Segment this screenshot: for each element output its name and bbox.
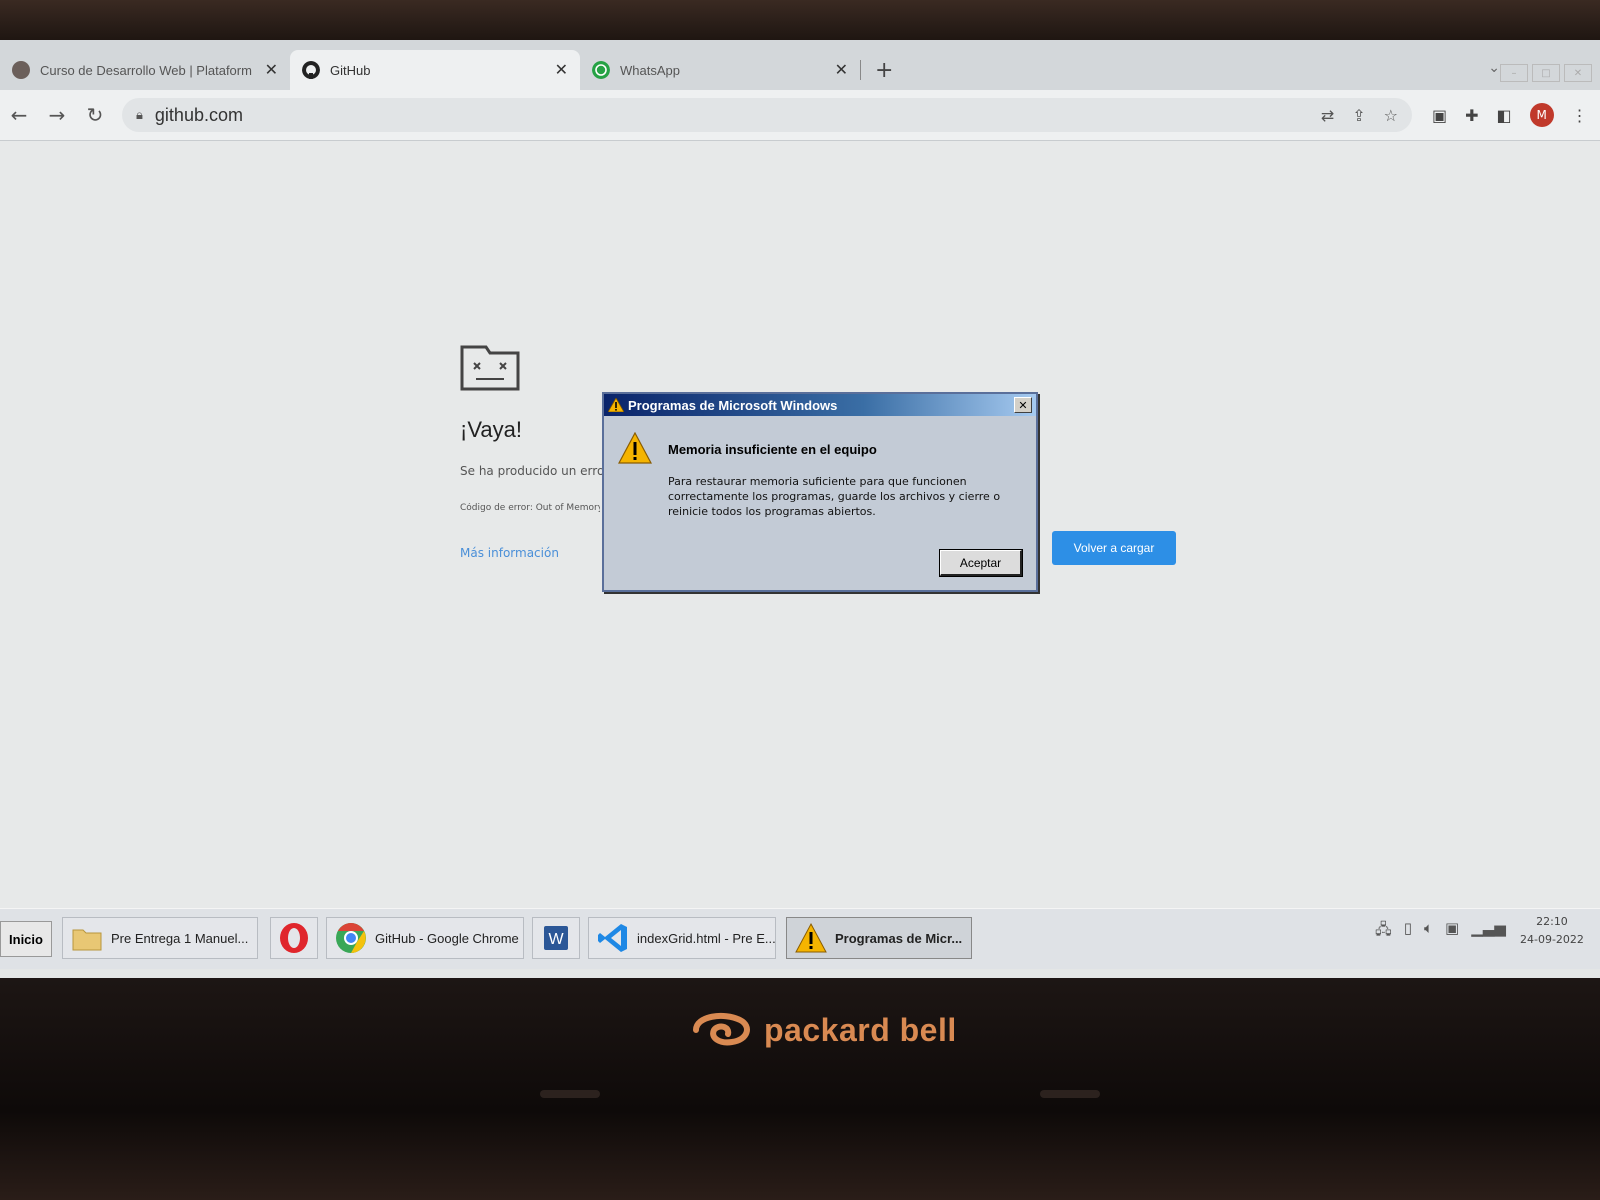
error-code: Código de error: Out of Memory [460, 503, 600, 513]
taskbar-item-chrome[interactable]: GitHub - Google Chrome [326, 917, 524, 959]
github-icon [302, 61, 320, 79]
omnibox-actions: ⇄ ⇪ ☆ [1321, 106, 1398, 125]
ok-button[interactable]: Aceptar [939, 549, 1023, 577]
network-icon[interactable]: 🖧 [1375, 919, 1392, 944]
tab-label: Curso de Desarrollo Web | Plataform [40, 62, 252, 78]
tab-whatsapp[interactable]: WhatsApp ✕ [580, 50, 860, 90]
browser-tabstrip: Curso de Desarrollo Web | Plataform ✕ Gi… [0, 40, 1600, 90]
tab-label: GitHub [330, 62, 371, 78]
more-info-link[interactable]: Más información [460, 546, 559, 560]
clock-time: 22:10 [1536, 915, 1568, 928]
reload-button[interactable]: Volver a cargar [1052, 531, 1176, 565]
close-window-icon[interactable]: ✕ [1564, 64, 1592, 82]
sad-folder-icon [460, 345, 520, 391]
security-icon[interactable]: ▣ [1445, 919, 1459, 944]
close-icon[interactable]: ✕ [1014, 397, 1032, 413]
minimize-icon[interactable]: – [1500, 64, 1528, 82]
hinge [1040, 1090, 1100, 1098]
taskbar-item-label: Programas de Micr... [835, 930, 963, 946]
warning-icon [795, 922, 827, 953]
chevron-down-icon[interactable]: ⌄ [1488, 60, 1500, 76]
taskbar-item-label: indexGrid.html - Pre E... [637, 930, 776, 946]
back-icon[interactable]: ← [0, 103, 38, 127]
taskbar-item-dialog[interactable]: Programas de Micr... [786, 917, 972, 959]
screen: Curso de Desarrollo Web | Plataform ✕ Gi… [0, 40, 1600, 978]
taskbar-item-word[interactable]: W [532, 917, 580, 959]
start-button[interactable]: Inicio [0, 921, 52, 957]
brand-logo: packard bell [690, 1005, 957, 1055]
maximize-icon[interactable]: □ [1532, 64, 1560, 82]
svg-text:W: W [548, 931, 564, 948]
brand-text: packard bell [764, 1011, 957, 1048]
warning-icon [618, 432, 652, 464]
browser-toolbar: ← → ↻ 🔒︎ github.com ⇄ ⇪ ☆ ▣ ✚ ◧ M ⋮ [0, 90, 1600, 141]
side-panel-icon[interactable]: ◧ [1497, 106, 1512, 125]
word-icon: W [544, 926, 568, 950]
address-bar[interactable]: 🔒︎ github.com ⇄ ⇪ ☆ [122, 98, 1412, 132]
tab-github[interactable]: GitHub ✕ [290, 50, 580, 90]
taskbar-item-opera[interactable] [270, 917, 318, 959]
hinge [540, 1090, 600, 1098]
system-tray: 🖧 ▯ 🔈︎ ▣ ▁▃▅ [1375, 919, 1506, 944]
lock-icon: 🔒︎ [136, 107, 143, 123]
dialog-titlebar[interactable]: Programas de Microsoft Windows [604, 394, 1036, 416]
chrome-icon [336, 923, 366, 953]
taskbar-item-label: GitHub - Google Chrome [375, 930, 519, 946]
packard-bell-logo-icon [693, 1012, 750, 1046]
clock-date: 24-09-2022 [1520, 933, 1584, 946]
taskbar-item-vscode[interactable]: indexGrid.html - Pre E... [588, 917, 776, 959]
extensions-area: ▣ ✚ ◧ M ⋮ [1432, 103, 1588, 127]
vscode-icon [598, 924, 627, 952]
clock[interactable]: 22:10 24-09-2022 [1520, 913, 1584, 949]
dialog-heading: Memoria insuficiente en el equipo [668, 442, 877, 457]
signal-icon[interactable]: ▁▃▅ [1471, 919, 1506, 944]
dialog-title: Programas de Microsoft Windows [628, 397, 838, 413]
translate-icon[interactable]: ⇄ [1321, 106, 1334, 125]
window-controls: – □ ✕ [1500, 64, 1592, 82]
avatar[interactable]: M [1529, 103, 1554, 127]
forward-icon[interactable]: → [38, 103, 76, 127]
monitor-bezel-top [0, 0, 1600, 44]
coderhouse-icon [12, 61, 30, 79]
address-text: github.com [154, 104, 243, 125]
puzzle-icon[interactable]: ✚ [1465, 106, 1478, 125]
tab-label: WhatsApp [620, 62, 680, 78]
taskbar-item-label: Pre Entrega 1 Manuel... [111, 930, 249, 946]
tab-curso[interactable]: Curso de Desarrollo Web | Plataform ✕ [0, 50, 290, 90]
star-icon[interactable]: ☆ [1384, 106, 1398, 125]
battery-icon[interactable]: ▯ [1404, 919, 1412, 944]
memory-warning-dialog: Programas de Microsoft Windows ✕ Memoria… [602, 392, 1038, 592]
close-tab-icon[interactable]: ✕ [555, 60, 568, 80]
share-icon[interactable]: ⇪ [1352, 106, 1365, 125]
taskbar-item-folder[interactable]: Pre Entrega 1 Manuel... [62, 917, 258, 959]
menu-icon[interactable]: ⋮ [1572, 106, 1588, 125]
close-tab-icon[interactable]: ✕ [835, 60, 848, 80]
dialog-message: Para restaurar memoria suficiente para q… [668, 475, 1001, 518]
volume-icon[interactable]: 🔈︎ [1424, 919, 1433, 944]
warning-icon [608, 398, 624, 412]
extension-icon[interactable]: ▣ [1432, 106, 1447, 125]
error-title: ¡Vaya! [460, 417, 522, 442]
new-tab-button[interactable]: + [861, 50, 907, 90]
close-tab-icon[interactable]: ✕ [265, 60, 278, 80]
reload-icon[interactable]: ↻ [76, 103, 114, 127]
folder-icon [72, 929, 102, 951]
error-text: Se ha producido un error [460, 464, 610, 478]
opera-icon [280, 923, 308, 953]
taskbar: Inicio Pre Entrega 1 Manuel... GitHub - … [0, 908, 1600, 969]
whatsapp-icon [592, 61, 610, 79]
